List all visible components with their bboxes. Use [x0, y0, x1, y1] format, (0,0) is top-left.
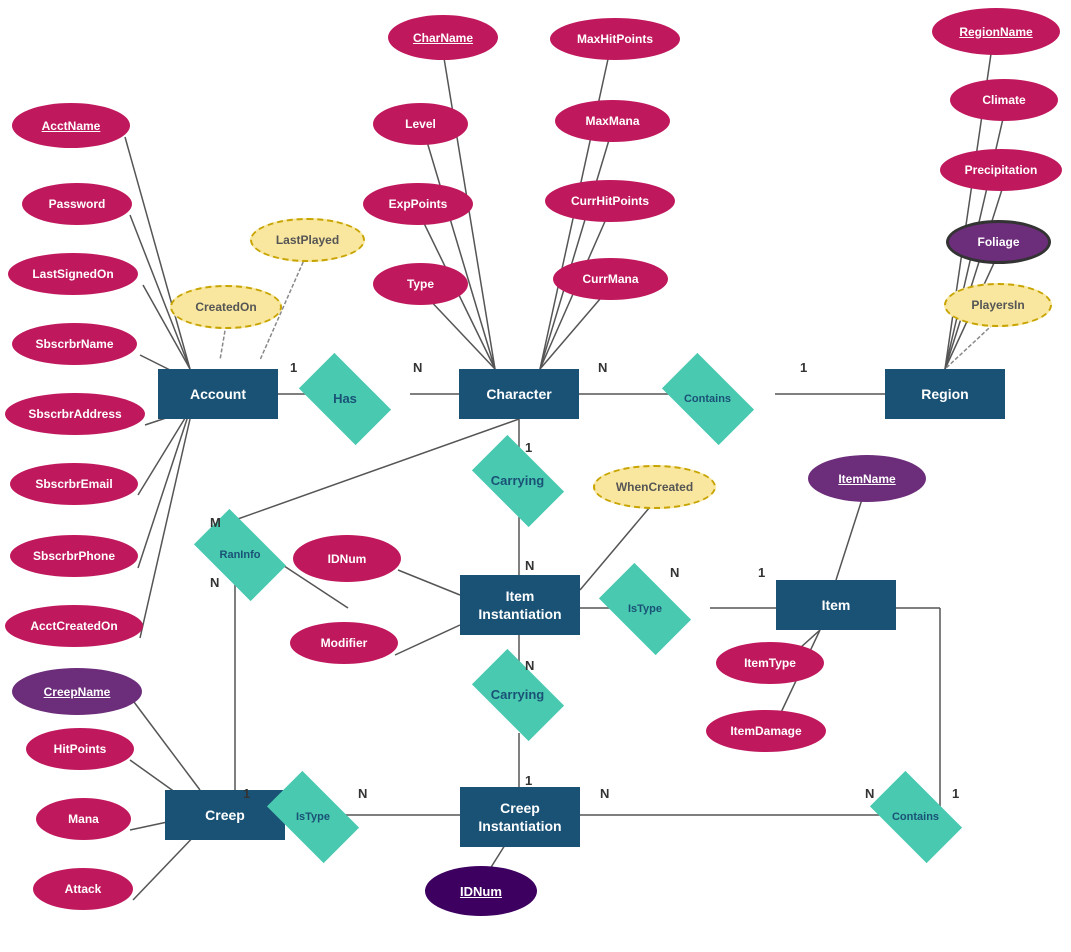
multi-contains-n: N [598, 360, 607, 375]
entity-creep: Creep [165, 790, 285, 840]
entity-region: Region [885, 369, 1005, 419]
multi-has-n: N [413, 360, 422, 375]
oval-level: Level [373, 103, 468, 145]
multi-istype-creep-1: 1 [243, 786, 250, 801]
multi-contains-item-n-left: N [600, 786, 609, 801]
oval-password: Password [22, 183, 132, 225]
diamond-contains-item: Contains [868, 789, 963, 844]
oval-acctname: AcctName [12, 103, 130, 148]
er-diagram-canvas: Account Character Region ItemInstantiati… [0, 0, 1071, 952]
oval-exppoints: ExpPoints [363, 183, 473, 225]
oval-currmana: CurrMana [553, 258, 668, 300]
oval-climate: Climate [950, 79, 1058, 121]
oval-maxmana: MaxMana [555, 100, 670, 142]
multi-istype-creep-n: N [358, 786, 367, 801]
oval-hitpoints: HitPoints [26, 728, 134, 770]
multi-carrying1-n: N [525, 558, 534, 573]
oval-acctcreatedon: AcctCreatedOn [5, 605, 143, 647]
oval-itemdamage: ItemDamage [706, 710, 826, 752]
oval-whencreated: WhenCreated [593, 465, 716, 509]
diamond-istype-creep: IsType [268, 789, 358, 844]
oval-createdon: CreatedOn [170, 285, 282, 329]
diamond-istype-item: IsType [600, 581, 690, 636]
entity-account: Account [158, 369, 278, 419]
multi-raninfo-m: M [210, 515, 221, 530]
oval-precipitation: Precipitation [940, 149, 1062, 191]
oval-creepname: CreepName [12, 668, 142, 715]
oval-sbscrbr-email: SbscrbrEmail [10, 463, 138, 505]
multi-istype-n: N [670, 565, 679, 580]
multi-carrying1-1: 1 [525, 440, 532, 455]
diamond-carrying2: Carrying [470, 667, 565, 722]
multi-raninfo-n: N [210, 575, 219, 590]
oval-currhitpoints: CurrHitPoints [545, 180, 675, 222]
multi-has-1: 1 [290, 360, 297, 375]
diamond-has: Has [300, 371, 390, 426]
oval-lastplayed: LastPlayed [250, 218, 365, 262]
oval-sbscrbrphone: SbscrbrPhone [10, 535, 138, 577]
oval-sbscrbraddress: SbscrbrAddress [5, 393, 145, 435]
oval-attack: Attack [33, 868, 133, 910]
oval-playersin: PlayersIn [944, 283, 1052, 327]
oval-regionname: RegionName [932, 8, 1060, 55]
oval-type: Type [373, 263, 468, 305]
oval-modifier: Modifier [290, 622, 398, 664]
oval-sbscrbrname: SbscrbrName [12, 323, 137, 365]
oval-mana: Mana [36, 798, 131, 840]
diamond-contains-region: Contains [660, 371, 755, 426]
multi-contains-item-n-right: N [865, 786, 874, 801]
entity-creep-instantiation: CreepInstantiation [460, 787, 580, 847]
diamond-carrying1: Carrying [470, 453, 565, 508]
oval-idnum-item: IDNum [293, 535, 401, 582]
entity-character: Character [459, 369, 579, 419]
multi-contains-1: 1 [800, 360, 807, 375]
oval-itemname: ItemName [808, 455, 926, 502]
oval-itemtype: ItemType [716, 642, 824, 684]
multi-contains-item-1: 1 [952, 786, 959, 801]
oval-charname: CharName [388, 15, 498, 60]
oval-lastsignedon: LastSignedOn [8, 253, 138, 295]
diamond-raninfo: RanInfo [195, 527, 285, 582]
oval-maxhitpoints: MaxHitPoints [550, 18, 680, 60]
oval-idnum-creep: IDNum [425, 866, 537, 916]
entity-item: Item [776, 580, 896, 630]
multi-carrying2-n: N [525, 658, 534, 673]
multi-carrying2-1: 1 [525, 773, 532, 788]
multi-istype-1: 1 [758, 565, 765, 580]
entity-item-instantiation: ItemInstantiation [460, 575, 580, 635]
oval-foliage: Foliage [946, 220, 1051, 264]
